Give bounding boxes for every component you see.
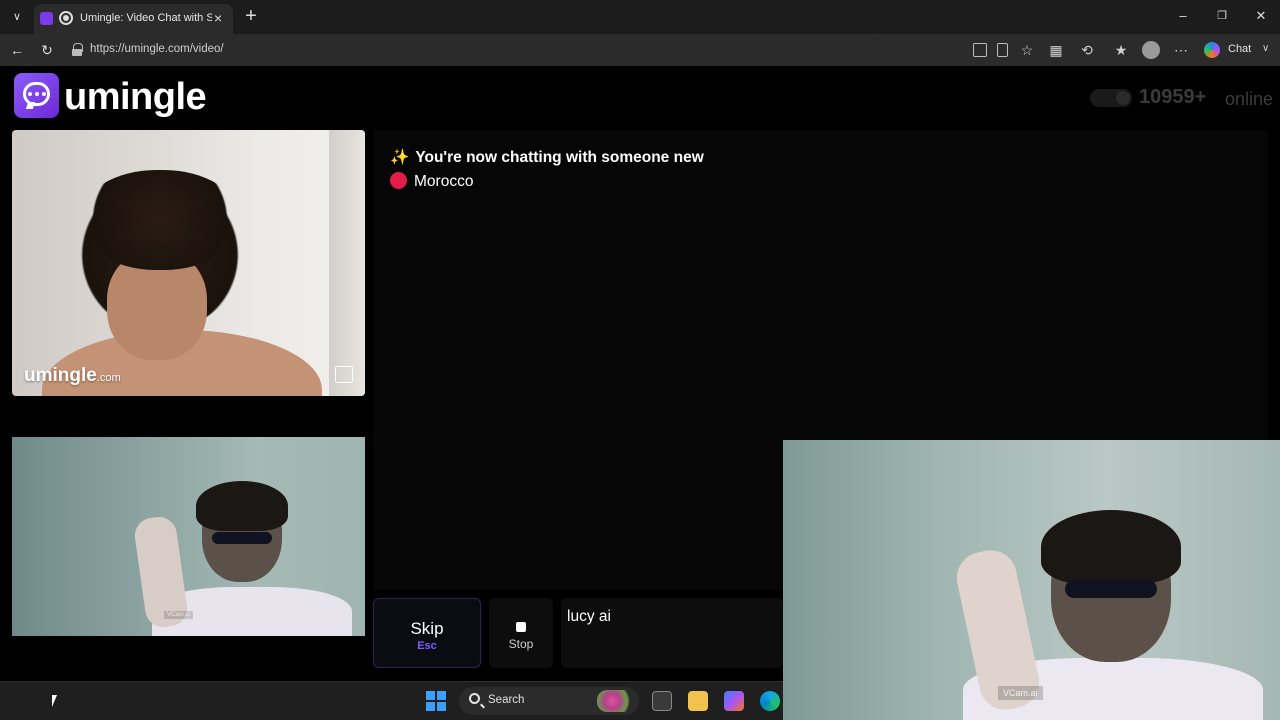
refresh-icon[interactable]: ↻ <box>37 41 57 59</box>
stranger-country: Morocco <box>390 172 473 191</box>
reader-mode-icon[interactable] <box>997 43 1008 57</box>
tab-actions-chevron-icon[interactable]: ∨ <box>6 7 28 27</box>
workspace-favicon-icon <box>40 12 53 25</box>
message-input[interactable]: lucy ai <box>561 598 783 668</box>
mouse-cursor-icon <box>52 695 62 707</box>
vcam-overlay-watermark: VCam.ai <box>998 686 1043 700</box>
restore-icon[interactable]: ❐ <box>1212 8 1232 24</box>
chevron-down-icon: ∨ <box>1262 43 1270 54</box>
task-view-icon[interactable] <box>652 691 672 711</box>
stop-label: Stop <box>508 637 534 651</box>
message-input-value[interactable]: lucy ai <box>567 608 611 626</box>
vcam-preview-overlay: VCam.ai <box>783 440 1280 720</box>
apps-grid-icon[interactable]: ▦ <box>1047 41 1065 59</box>
favorite-star-icon[interactable]: ☆ <box>1018 41 1036 59</box>
address-toolbar: ← ↻ https://umingle.com/video/ ☆ ▦ ⟲ ★ ⋯… <box>0 34 1280 66</box>
search-icon <box>469 693 480 704</box>
online-count: 10959+ <box>1139 86 1207 108</box>
skip-shortcut: Esc <box>417 640 437 652</box>
file-explorer-icon[interactable] <box>688 691 708 711</box>
country-flag-icon <box>390 172 407 189</box>
address-bar[interactable]: https://umingle.com/video/ <box>64 38 884 62</box>
profile-avatar[interactable] <box>1142 41 1160 59</box>
back-arrow-icon[interactable]: ← <box>7 41 27 59</box>
skip-button[interactable]: Skip Esc <box>373 598 481 668</box>
more-options-icon[interactable]: ⋯ <box>1172 41 1190 59</box>
new-tab-button[interactable]: + <box>241 6 261 28</box>
self-video: VCam.ai <box>12 437 365 636</box>
url-text[interactable]: https://umingle.com/video/ <box>90 43 224 55</box>
copilot-icon <box>1204 42 1220 58</box>
chat-status-message: ✨ You're now chatting with someone new <box>390 149 704 166</box>
site-info-lock-icon[interactable] <box>72 43 83 56</box>
copilot-chat-label: Chat <box>1228 43 1252 55</box>
tab-title: Umingle: Video Chat with Stra <box>80 12 212 24</box>
camera-permission-icon[interactable] <box>973 43 987 57</box>
video-watermark: umingle.com <box>24 365 121 386</box>
copilot-app-icon[interactable] <box>724 691 744 711</box>
window-close-icon[interactable]: ✕ <box>1251 8 1271 24</box>
stop-button[interactable]: Stop <box>489 598 553 668</box>
online-label: online <box>1225 89 1274 109</box>
taskbar-search-label: Search <box>488 694 525 706</box>
skip-label: Skip <box>410 619 444 638</box>
site-favicon-icon <box>59 11 73 25</box>
search-highlight-art-icon <box>597 690 635 712</box>
stranger-video: umingle.com <box>12 130 365 396</box>
browser-tab-bar: ∨ Umingle: Video Chat with Stra × + – ❐ … <box>0 0 1280 34</box>
online-indicator: 10959+ online <box>1090 86 1274 112</box>
windows-start-icon[interactable] <box>426 691 446 711</box>
online-toggle[interactable] <box>1090 89 1132 107</box>
copilot-chat-button[interactable]: Chat ∨ <box>1200 39 1274 61</box>
vcam-watermark: VCam.ai <box>164 611 194 619</box>
logo-text: umingle <box>64 76 207 118</box>
taskbar-search[interactable]: Search <box>459 687 639 715</box>
browser-tab-active[interactable]: Umingle: Video Chat with Stra × <box>34 4 233 34</box>
edge-browser-icon[interactable] <box>760 691 780 711</box>
favorites-list-icon[interactable]: ★ <box>1112 41 1130 59</box>
sparkle-icon: ✨ <box>390 149 410 166</box>
report-flag-icon[interactable] <box>335 366 353 383</box>
chat-bubble-logo-icon <box>14 73 59 118</box>
minimize-icon[interactable]: – <box>1173 8 1193 24</box>
stop-square-icon <box>516 622 526 632</box>
extensions-puzzle-icon[interactable]: ⟲ <box>1078 41 1096 59</box>
tab-close-icon[interactable]: × <box>214 10 222 26</box>
